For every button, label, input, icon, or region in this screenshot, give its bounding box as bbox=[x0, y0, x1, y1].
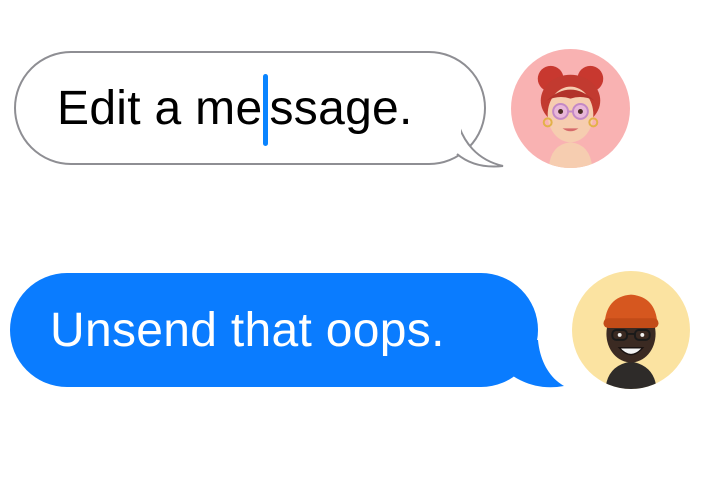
avatar-image bbox=[572, 271, 690, 389]
memoji-orange-beanie-avatar-icon[interactable] bbox=[572, 271, 690, 389]
text-caret bbox=[263, 74, 269, 146]
avatar-image bbox=[511, 49, 630, 168]
message-text: Unsend that oops. bbox=[50, 303, 445, 357]
message-text-before-caret: Edit a me bbox=[57, 81, 263, 135]
message-text-after-caret: ssage. bbox=[269, 81, 413, 135]
bubble-tail bbox=[455, 118, 504, 168]
bubble-tail bbox=[510, 340, 564, 388]
sent-message-bubble[interactable]: Unsend that oops. bbox=[10, 273, 538, 387]
memoji-red-buns-avatar-icon[interactable] bbox=[511, 49, 630, 168]
editing-message-bubble[interactable]: Edit a me ssage. bbox=[14, 51, 486, 165]
